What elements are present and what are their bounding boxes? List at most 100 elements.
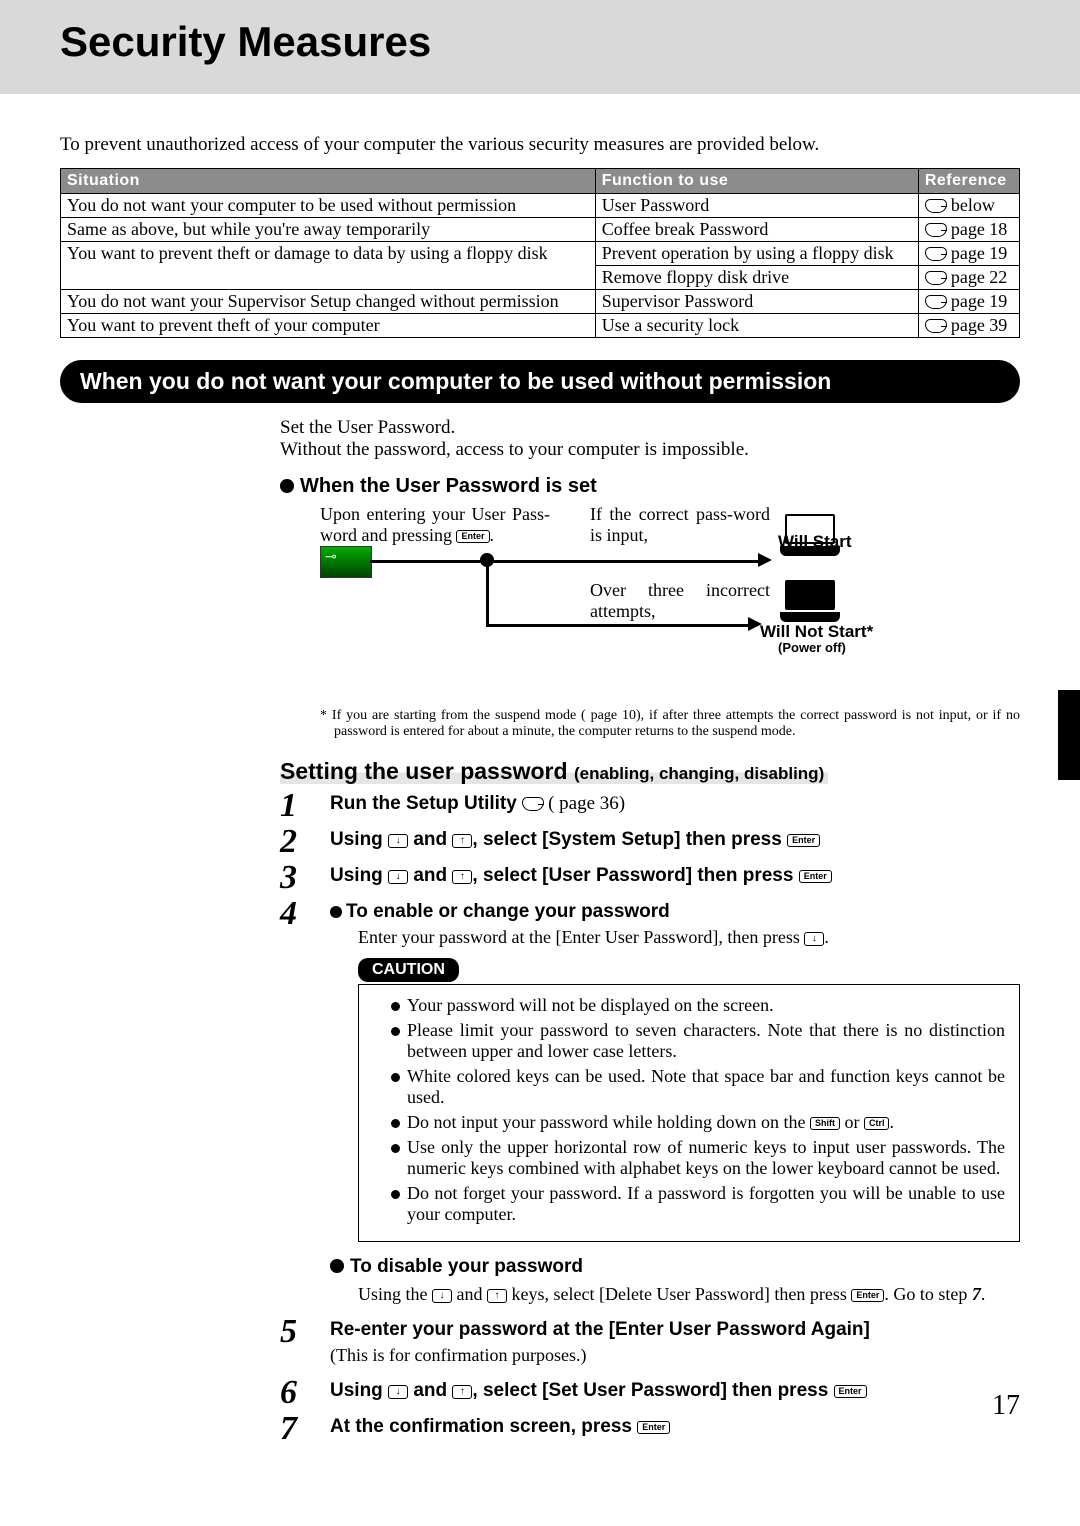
page-content: To prevent unauthorized access of your c… [0,94,1080,1438]
diagram-correct-text: If the correct pass-word is input, [590,504,770,546]
up-arrow-key-icon: ↑ [452,834,472,848]
password-flow-diagram: Upon entering your User Pass-word and pr… [320,504,1020,704]
cell-reference: page 19 [918,242,1019,266]
page-number: 17 [992,1390,1020,1422]
step-6: Using ↓ and ↑, select [Set User Password… [280,1380,1020,1402]
page-ref-icon [522,797,544,811]
page-ref-icon [925,199,947,213]
down-arrow-key-icon: ↓ [804,932,824,946]
cell-situation: You want to prevent theft of your comput… [61,314,596,338]
disable-body: Using the ↓ and ↑ keys, select [Delete U… [358,1284,1020,1305]
ctrl-key-icon: Ctrl [864,1117,890,1130]
enter-key-icon: Enter [787,834,820,847]
up-arrow-key-icon: ↑ [487,1289,507,1303]
down-arrow-key-icon: ↓ [432,1289,452,1303]
caution-item: Please limit your password to seven char… [391,1020,1005,1062]
intro-text: To prevent unauthorized access of your c… [60,134,1020,156]
step-4-body: Enter your password at the [Enter User P… [358,927,1020,948]
subheading-when-set: When the User Password is set [280,475,1020,498]
page-header: Security Measures [0,0,1080,94]
page-ref-icon [925,247,947,261]
table-row: You do not want your Supervisor Setup ch… [61,290,1020,314]
cell-reference: page 22 [918,266,1019,290]
page-ref-icon [925,319,947,333]
caution-box: Your password will not be displayed on t… [358,984,1020,1242]
diagram-line [486,624,750,627]
arrow-right-icon [758,553,772,567]
password-prompt-icon [320,546,372,578]
up-arrow-key-icon: ↑ [452,870,472,884]
table-row: You want to prevent theft of your comput… [61,314,1020,338]
security-table: Situation Function to use Reference You … [60,168,1020,338]
side-tab [1058,690,1080,780]
laptop-off-icon [780,580,840,620]
page-title: Security Measures [60,18,1080,66]
enter-key-icon: Enter [834,1385,867,1398]
bullet-dot-icon [330,1259,344,1273]
cell-function: User Password [595,194,918,218]
step-4: To enable or change your password Enter … [280,901,1020,1305]
cell-situation: You want to prevent theft or damage to d… [61,242,596,290]
step-5-body: (This is for confirmation purposes.) [330,1345,1020,1366]
cell-situation: Same as above, but while you're away tem… [61,218,596,242]
body-text: Set the User Password. [280,417,1020,439]
caution-label: CAUTION [358,958,459,982]
caution-item: Use only the upper horizontal row of num… [391,1137,1005,1179]
table-row: You do not want your computer to be used… [61,194,1020,218]
cell-situation: You do not want your Supervisor Setup ch… [61,290,596,314]
subheading-disable: To disable your password [330,1256,1020,1278]
cell-reference: page 19 [918,290,1019,314]
page-ref-icon [925,271,947,285]
step-3: Using ↓ and ↑, select [User Password] th… [280,865,1020,887]
section-setting-password: Setting the user password (enabling, cha… [280,758,1020,1438]
page-ref-icon [925,223,947,237]
step-2: Using ↓ and ↑, select [System Setup] the… [280,829,1020,851]
cell-function: Remove floppy disk drive [595,266,918,290]
caution-item: Your password will not be displayed on t… [391,995,1005,1016]
will-start-label: Will Start [778,532,852,552]
cell-reference: page 18 [918,218,1019,242]
bullet-dot-icon [330,906,342,918]
power-off-label: (Power off) [778,640,846,655]
enter-key-icon: Enter [851,1289,884,1302]
cell-reference: below [918,194,1019,218]
page-ref-icon [925,295,947,309]
section-body: Set the User Password. Without the passw… [280,417,1020,704]
cell-situation: You do not want your computer to be used… [61,194,596,218]
cell-function: Coffee break Password [595,218,918,242]
enter-key-icon: Enter [799,870,832,883]
down-arrow-key-icon: ↓ [388,834,408,848]
body-text: Without the password, access to your com… [280,439,1020,461]
cell-function: Use a security lock [595,314,918,338]
down-arrow-key-icon: ↓ [388,870,408,884]
step-7: At the confirmation screen, press Enter [280,1416,1020,1438]
th-function: Function to use [595,169,918,194]
step-5: Re-enter your password at the [Enter Use… [280,1319,1020,1366]
will-not-start-label: Will Not Start* [760,622,873,642]
th-situation: Situation [61,169,596,194]
section-heading: When you do not want your computer to be… [60,360,1020,403]
diagram-incorrect-text: Over three incorrect attempts, [590,580,770,622]
cell-function: Supervisor Password [595,290,918,314]
page-ref: ( page 36) [522,793,625,814]
step-1: Run the Setup Utility ( page 36) [280,793,1020,815]
caution-item: White colored keys can be used. Note tha… [391,1066,1005,1108]
enter-key-icon: Enter [456,530,489,543]
cell-reference: page 39 [918,314,1019,338]
caution-item: Do not input your password while holding… [391,1112,1005,1133]
down-arrow-key-icon: ↓ [388,1385,408,1399]
up-arrow-key-icon: ↑ [452,1385,472,1399]
th-reference: Reference [918,169,1019,194]
diagram-line [486,560,489,626]
shift-key-icon: Shift [810,1117,840,1130]
enter-key-icon: Enter [637,1421,670,1434]
setting-password-title: Setting the user password (enabling, cha… [280,758,828,784]
caution-item: Do not forget your password. If a passwo… [391,1183,1005,1225]
bullet-dot-icon [280,479,294,493]
cell-function: Prevent operation by using a floppy disk [595,242,918,266]
diagram-entry-text: Upon entering your User Pass-word and pr… [320,504,550,546]
steps-list: Run the Setup Utility ( page 36) Using ↓… [280,793,1020,1438]
diagram-line [370,560,760,563]
table-row: You want to prevent theft or damage to d… [61,242,1020,266]
table-row: Same as above, but while you're away tem… [61,218,1020,242]
